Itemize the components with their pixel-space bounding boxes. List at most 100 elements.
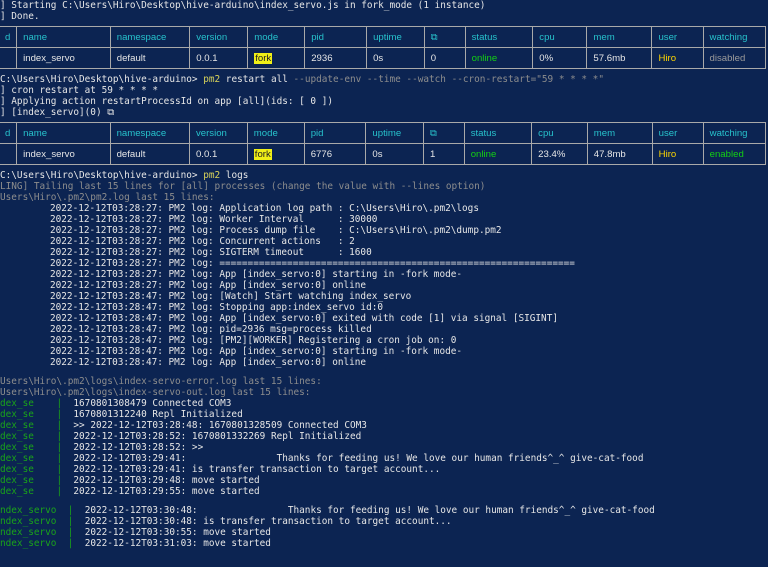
process-table-2: d name namespace version mode pid uptime ⧉ statu… xyxy=(0,122,767,165)
column-header-name: name xyxy=(16,26,111,48)
prefix-separator: | xyxy=(33,409,74,420)
process-prefix: ndex_servo xyxy=(0,505,57,516)
table-row: index_servo default 0.0.1 fork 2936 0s 0 online… xyxy=(0,47,767,69)
column-header-watching: watching xyxy=(702,26,767,48)
command-name: pm2 xyxy=(203,170,221,181)
log-message: 2022-12-12T03:28:52: >> xyxy=(73,442,204,453)
cell-cpu: 0% xyxy=(532,47,588,69)
prefix-separator: | xyxy=(33,486,74,497)
column-header-cpu: cpu xyxy=(532,26,588,48)
command-name: pm2 xyxy=(203,74,221,85)
log-line: 2022-12-12T03:28:47: PM2 log: App [index… xyxy=(50,346,463,357)
log-line: dex_se | 2022-12-12T03:29:55: move start… xyxy=(0,486,260,497)
tailing-line: LING] Tailing last 15 lines for [all] pr… xyxy=(0,181,486,192)
prefix-separator: | xyxy=(56,538,85,549)
start-line: ] Starting C:\Users\Hiro\Desktop\hive-ar… xyxy=(0,0,486,11)
cell-namespace: default xyxy=(109,143,190,165)
column-header-status: status xyxy=(464,26,534,48)
restart-output-line: ] [index_servo](0) ⧉ xyxy=(0,107,114,118)
log-message: 2022-12-12T03:30:48: Thanks for feeding … xyxy=(84,505,655,516)
log-message: 2022-12-12T03:29:41: is transfer transac… xyxy=(73,464,441,475)
pm2-log-header: Users\Hiro\.pm2\pm2.log last 15 lines: xyxy=(0,192,215,203)
log-message: 2022-12-12T03:30:48: is transfer transac… xyxy=(84,516,452,527)
mode-badge: fork xyxy=(254,52,273,64)
cell-id xyxy=(0,47,18,69)
log-line: ndex_servo | 2022-12-12T03:30:55: move s… xyxy=(0,527,271,538)
process-prefix: ndex_servo xyxy=(0,527,57,538)
log-line: 2022-12-12T03:28:27: PM2 log: App [index… xyxy=(50,280,367,291)
process-prefix: dex_se xyxy=(0,453,34,464)
log-line: ndex_servo | 2022-12-12T03:30:48: is tra… xyxy=(0,516,452,527)
prefix-separator: | xyxy=(33,420,74,431)
cell-pid: 2936 xyxy=(304,47,368,69)
process-prefix: dex_se xyxy=(0,420,34,431)
prefix-separator: | xyxy=(33,475,74,486)
cell-user: Hiro xyxy=(651,143,704,165)
column-header-mem: mem xyxy=(586,122,653,144)
log-line: 2022-12-12T03:28:27: PM2 log: Concurrent… xyxy=(50,236,355,247)
log-line: 2022-12-12T03:28:47: PM2 log: App [index… xyxy=(50,357,367,368)
column-header-namespace: namespace xyxy=(109,122,190,144)
log-message: 2022-12-12T03:28:52: 1670801332269 Repl … xyxy=(73,431,362,442)
column-header-pid: pid xyxy=(303,122,367,144)
prompt: C:\Users\Hiro\Desktop\hive-arduino> xyxy=(0,170,198,181)
cell-mode: fork xyxy=(247,47,306,69)
process-prefix: dex_se xyxy=(0,442,34,453)
log-line: dex_se | 2022-12-12T03:29:41: Thanks for… xyxy=(0,453,643,464)
column-header-id: d xyxy=(0,122,18,144)
log-line: 2022-12-12T03:28:47: PM2 log: App [index… xyxy=(50,313,558,324)
column-header-id: d xyxy=(0,26,18,48)
log-line: 2022-12-12T03:28:47: PM2 log: [Watch] St… xyxy=(50,291,412,302)
log-line: 2022-12-12T03:28:27: PM2 log: App [index… xyxy=(50,269,463,280)
process-prefix: dex_se xyxy=(0,398,34,409)
process-prefix: dex_se xyxy=(0,431,34,442)
cell-id xyxy=(0,143,18,165)
column-header-watching: watching xyxy=(702,122,767,144)
column-header-user: user xyxy=(651,26,704,48)
prefix-separator: | xyxy=(56,516,85,527)
process-prefix: dex_se xyxy=(0,409,34,420)
log-line: dex_se | >> 2022-12-12T03:28:48: 1670801… xyxy=(0,420,367,431)
prefix-separator: | xyxy=(56,527,85,538)
table-header-row: d name namespace version mode pid uptime ⧉ statu… xyxy=(0,26,767,48)
log-message: 2022-12-12T03:30:55: move started xyxy=(84,527,271,538)
command-args: restart all xyxy=(220,74,288,85)
process-prefix: ndex_servo xyxy=(0,538,57,549)
command-flags: --update-env --time --watch --cron-resta… xyxy=(287,74,604,85)
cell-restarts: 0 xyxy=(423,47,466,69)
cell-mem: 47.8mb xyxy=(586,143,653,165)
column-header-status: status xyxy=(463,122,533,144)
cell-name: index_servo xyxy=(16,47,111,69)
cell-cpu: 23.4% xyxy=(531,143,588,165)
log-message: 2022-12-12T03:29:48: move started xyxy=(73,475,260,486)
restart-output-line: ] cron restart at 59 * * * * xyxy=(0,85,159,96)
column-header-mem: mem xyxy=(586,26,653,48)
log-line: dex_se | 2022-12-12T03:29:41: is transfe… xyxy=(0,464,440,475)
log-line: dex_se | 2022-12-12T03:28:52: 1670801332… xyxy=(0,431,361,442)
column-header-mode: mode xyxy=(247,26,306,48)
column-header-pid: pid xyxy=(304,26,368,48)
log-message: 2022-12-12T03:29:41: Thanks for feeding … xyxy=(73,453,644,464)
process-prefix: dex_se xyxy=(0,475,34,486)
done-line: ] Done. xyxy=(0,11,40,22)
log-message: 2022-12-12T03:31:03: move started xyxy=(84,538,271,549)
cell-version: 0.0.1 xyxy=(189,47,249,69)
process-table-1: d name namespace version mode pid uptime ⧉ statu… xyxy=(0,26,767,69)
log-message: 1670801308479 Connected COM3 xyxy=(73,398,232,409)
log-line: dex_se | 2022-12-12T03:28:52: >> xyxy=(0,442,203,453)
mode-badge: fork xyxy=(253,148,272,160)
cell-mode: fork xyxy=(246,143,305,165)
log-line: 2022-12-12T03:28:27: PM2 log: Worker Int… xyxy=(50,214,378,225)
column-header-version: version xyxy=(189,26,249,48)
process-prefix: dex_se xyxy=(0,486,34,497)
out-log-header: Users\Hiro\.pm2\logs\index-servo-out.log… xyxy=(0,387,311,398)
terminal-window[interactable]: ] Starting C:\Users\Hiro\Desktop\hive-ar… xyxy=(0,0,768,567)
cell-uptime: 0s xyxy=(366,47,425,69)
prefix-separator: | xyxy=(33,431,74,442)
cell-name: index_servo xyxy=(16,143,111,165)
restart-command-line: C:\Users\Hiro\Desktop\hive-arduino> pm2 … xyxy=(0,74,604,85)
cell-status: online xyxy=(464,47,534,69)
log-line: 2022-12-12T03:28:47: PM2 log: [PM2][WORK… xyxy=(50,335,457,346)
prefix-separator: | xyxy=(56,505,85,516)
prompt: C:\Users\Hiro\Desktop\hive-arduino> xyxy=(0,74,198,85)
